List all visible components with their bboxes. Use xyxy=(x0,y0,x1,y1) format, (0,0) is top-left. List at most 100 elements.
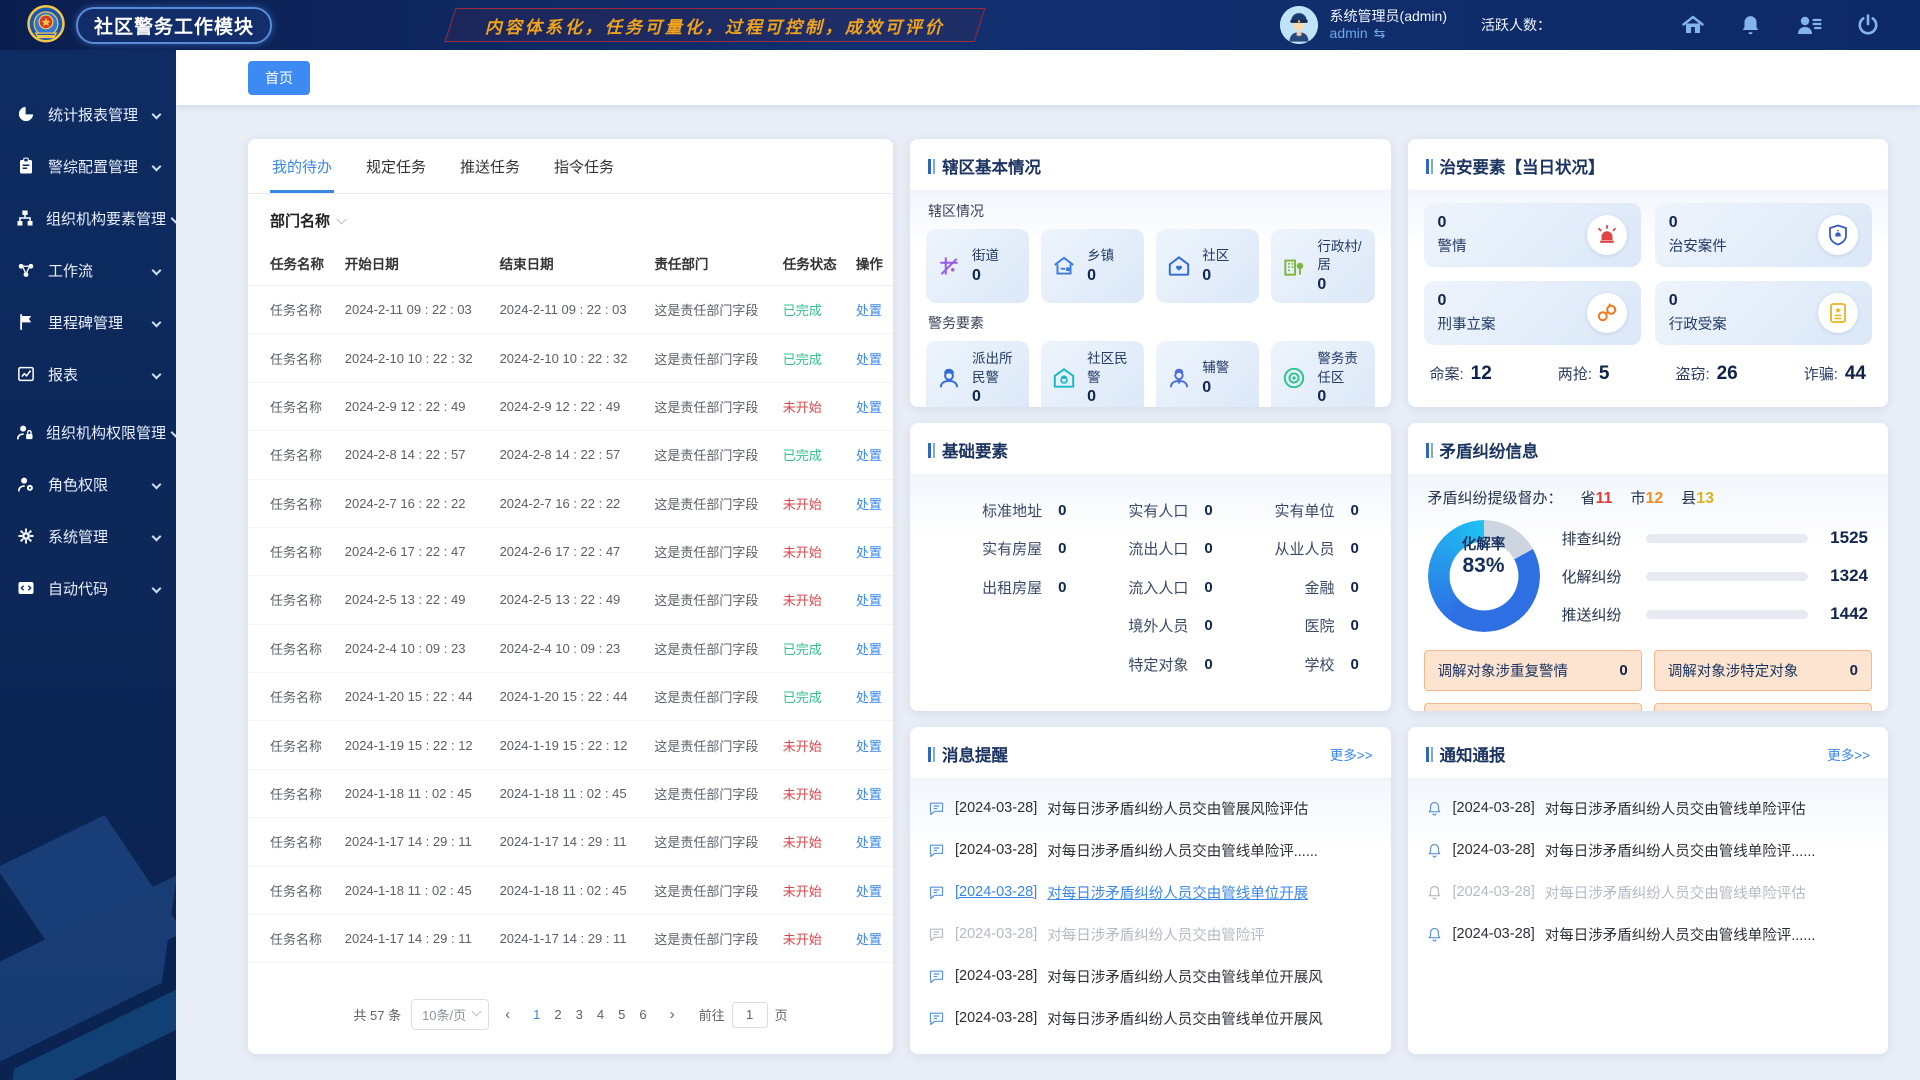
panel-title: 通知通报 xyxy=(1426,742,1506,766)
handle-link[interactable]: 处置 xyxy=(856,884,882,899)
stat-card-public-security-case[interactable]: 0治安案件 xyxy=(1655,203,1872,267)
message-item[interactable]: [2024-03-28]对每日涉矛盾纠纷人员交由管险评 xyxy=(916,913,1385,955)
title-marker xyxy=(928,159,935,174)
message-item[interactable]: [2024-03-28]对每日涉矛盾纠纷人员交由管线单位开展风 xyxy=(916,997,1385,1039)
tab-my-todo[interactable]: 我的待办 xyxy=(270,139,334,193)
handle-link[interactable]: 处置 xyxy=(856,497,882,512)
more-link[interactable]: 更多>> xyxy=(1330,744,1373,764)
home-tab[interactable]: 首页 xyxy=(248,61,310,95)
notice-item[interactable]: [2024-03-28]对每日涉矛盾纠纷人员交由管线单险评...... xyxy=(1414,913,1883,955)
handle-link[interactable]: 处置 xyxy=(856,352,882,367)
more-link[interactable]: 更多>> xyxy=(1827,744,1870,764)
page-number[interactable]: 2 xyxy=(547,1005,568,1024)
sidebar-item-system[interactable]: 系统管理 xyxy=(0,510,176,562)
switch-user-icon[interactable]: ⇆ xyxy=(1374,25,1386,43)
stat-card-street[interactable]: 街道0 xyxy=(926,229,1029,303)
page-number[interactable]: 6 xyxy=(632,1005,653,1024)
task-name: 任务名称 xyxy=(248,334,339,382)
page-number[interactable]: 1 xyxy=(526,1005,547,1024)
sidebar-item-statistics-report[interactable]: 统计报表管理 xyxy=(0,88,176,140)
task-start: 2024-2-8 14 : 22 : 57 xyxy=(339,431,494,479)
page-number[interactable]: 5 xyxy=(611,1005,632,1024)
page-number[interactable]: 3 xyxy=(569,1005,590,1024)
chevron-down-icon[interactable] xyxy=(337,214,347,224)
handle-link[interactable]: 处置 xyxy=(856,642,882,657)
sidebar-item-org-permission[interactable]: 组织机构权限管理 xyxy=(0,406,176,458)
handle-link[interactable]: 处置 xyxy=(856,932,882,947)
next-page-button[interactable]: › xyxy=(664,1006,681,1023)
sidebar-item-auto-code[interactable]: 自动代码 xyxy=(0,562,176,614)
stat-card-auxiliary-officer[interactable]: 辅警0 xyxy=(1156,341,1259,407)
goto-label: 前往 xyxy=(699,1005,725,1024)
sidebar-item-label: 角色权限 xyxy=(48,474,147,495)
handle-link[interactable]: 处置 xyxy=(856,739,882,754)
handle-link[interactable]: 处置 xyxy=(856,835,882,850)
dept-filter-label[interactable]: 部门名称 xyxy=(270,210,330,231)
goto-page-input[interactable] xyxy=(732,1002,768,1028)
notice-item[interactable]: [2024-03-28]对每日涉矛盾纠纷人员交由管线单险评估 xyxy=(1414,787,1883,829)
dispute-warning-button[interactable]: 调解双方缺联系人方式0 xyxy=(1424,703,1642,711)
message-item[interactable]: [2024-03-28]对每日涉矛盾纠纷人员交由管线单位开展 xyxy=(916,871,1385,913)
task-start: 2024-1-20 15 : 22 : 44 xyxy=(339,673,494,721)
task-end: 2024-1-18 11 : 02 : 45 xyxy=(494,769,649,817)
sidebar-item-role-permission[interactable]: 角色权限 xyxy=(0,458,176,510)
right-column: 治安要素【当日状况】 0警情 0治安案件 0刑事立案 xyxy=(1408,139,1889,1054)
tab-push-task[interactable]: 推送任务 xyxy=(458,139,522,193)
tab-command-task[interactable]: 指令任务 xyxy=(552,139,616,193)
sidebar-item-org-elements[interactable]: 组织机构要素管理 xyxy=(0,192,176,244)
handle-link[interactable]: 处置 xyxy=(856,545,882,560)
sidebar-item-workflow[interactable]: 工作流 xyxy=(0,244,176,296)
handle-link[interactable]: 处置 xyxy=(856,593,882,608)
stat-card-community-officer[interactable]: 社区民警0 xyxy=(1041,341,1144,407)
message-item[interactable]: [2024-03-28]对每日涉矛盾纠纷人员交由管线单险评...... xyxy=(916,829,1385,871)
page-number[interactable]: 4 xyxy=(590,1005,611,1024)
notice-item[interactable]: [2024-03-28]对每日涉矛盾纠纷人员交由管线单险评估 xyxy=(1414,871,1883,913)
dispute-warning-button[interactable]: 调解对象涉重复警情0 xyxy=(1424,650,1642,691)
stat-card-station-officer[interactable]: 派出所民警0 xyxy=(926,341,1029,407)
panel-title: 矛盾纠纷信息 xyxy=(1426,438,1539,462)
handle-link[interactable]: 处置 xyxy=(856,690,882,705)
dispute-warning-button[interactable]: 八单一表未及时推送0 xyxy=(1654,703,1872,711)
stat-card-town[interactable]: 乡镇0 xyxy=(1041,229,1144,303)
task-name: 任务名称 xyxy=(248,721,339,769)
officer-avatar[interactable] xyxy=(1280,6,1318,44)
table-row: 任务名称 2024-2-7 16 : 22 : 22 2024-2-7 16 :… xyxy=(248,479,893,527)
chevron-down-icon xyxy=(472,1007,482,1017)
title-marker xyxy=(928,747,935,762)
sidebar-item-label: 组织机构要素管理 xyxy=(46,208,166,229)
stat-card-police-area[interactable]: 警务责任区0 xyxy=(1271,341,1374,407)
power-icon[interactable] xyxy=(1856,13,1880,37)
home-icon[interactable] xyxy=(1681,13,1705,37)
stat-card-community[interactable]: 社区0 xyxy=(1156,229,1259,303)
stat-card-alarm[interactable]: 0警情 xyxy=(1424,203,1641,267)
sidebar-item-milestone[interactable]: 里程碑管理 xyxy=(0,296,176,348)
task-name: 任务名称 xyxy=(248,818,339,866)
dispute-warning-button[interactable]: 调解对象涉特定对象0 xyxy=(1654,650,1872,691)
basic-stat: 金融0 xyxy=(1228,568,1364,607)
notice-item[interactable]: [2024-03-28]对每日涉矛盾纠纷人员交由管线单险评...... xyxy=(1414,829,1883,871)
task-dept: 这是责任部门字段 xyxy=(648,866,776,914)
page-size-select[interactable]: 10条/页 xyxy=(411,999,489,1030)
handle-link[interactable]: 处置 xyxy=(856,303,882,318)
handle-link[interactable]: 处置 xyxy=(856,448,882,463)
username[interactable]: admin xyxy=(1330,25,1368,43)
stat-card-administrative-case[interactable]: 0行政受案 xyxy=(1655,281,1872,345)
task-start: 2024-2-9 12 : 22 : 49 xyxy=(339,382,494,430)
theft-stat: 盗窃:26 xyxy=(1675,363,1737,385)
message-item[interactable]: [2024-03-28]对每日涉矛盾纠纷人员交由管展风险评估 xyxy=(916,787,1385,829)
bell-icon[interactable] xyxy=(1739,13,1762,37)
panel-title: 消息提醒 xyxy=(928,742,1008,766)
status-badge: 已完成 xyxy=(783,303,822,318)
sidebar-item-police-config[interactable]: 警综配置管理 xyxy=(0,140,176,192)
task-start: 2024-1-18 11 : 02 : 45 xyxy=(339,866,494,914)
sidebar-item-report[interactable]: 报表 xyxy=(0,348,176,400)
prev-page-button[interactable]: ‹ xyxy=(499,1006,516,1023)
contacts-icon[interactable] xyxy=(1796,13,1822,37)
tab-regular-task[interactable]: 规定任务 xyxy=(364,139,428,193)
handle-link[interactable]: 处置 xyxy=(856,787,882,802)
handle-link[interactable]: 处置 xyxy=(856,400,882,415)
stat-card-village[interactable]: 行政村/居0 xyxy=(1271,229,1374,303)
message-item[interactable]: [2024-03-28]对每日涉矛盾纠纷人员交由管线单位开展风 xyxy=(916,955,1385,997)
village-building-icon xyxy=(1281,253,1309,279)
stat-card-criminal-case[interactable]: 0刑事立案 xyxy=(1424,281,1641,345)
